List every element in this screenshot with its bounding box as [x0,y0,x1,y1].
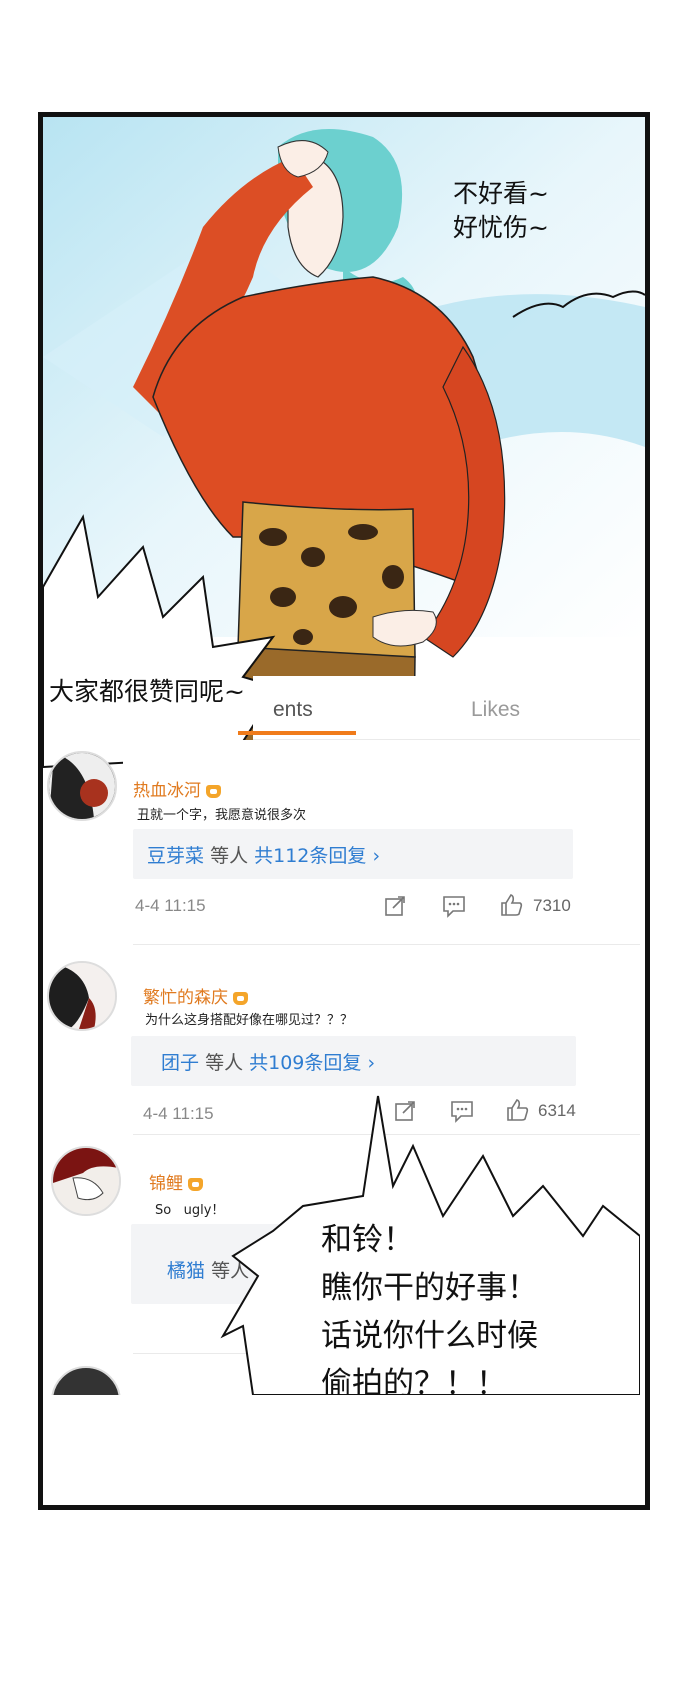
hand-on-hip [372,609,437,647]
speech-bottom-right: 和铃！ 瞧你干的好事！ 话说你什么时候 偷拍的？！！ [321,1216,538,1395]
comments-screen: ents Likes 热血冰河 丑就一个字，我愿意说很多次 豆芽菜 等人 共11… [43,676,640,1395]
speech-line: 不好看~ [453,179,549,208]
speech-line: 偷拍的？！！ [321,1366,507,1395]
speech-top-right: 不好看~ 好忧伤~ [453,177,549,245]
speech-line: 和铃！ [321,1222,414,1258]
speech-line: 好忧伤~ [453,213,549,242]
speech-line: 话说你什么时候 [321,1318,538,1354]
speech-line: 瞧你干的好事！ [321,1270,538,1306]
